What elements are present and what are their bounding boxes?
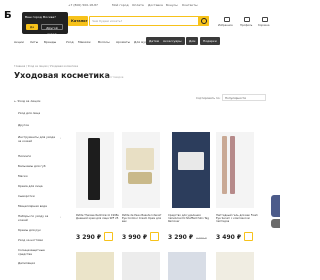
product-price: 3 990 ₽: [122, 234, 148, 241]
city-yes-button[interactable]: Да: [26, 24, 38, 30]
floating-favorites-button[interactable]: [271, 195, 280, 217]
cat-makeup[interactable]: Макияж: [78, 40, 91, 44]
sidebar-item[interactable]: Другое: [18, 123, 58, 128]
sidebar-item[interactable]: Сыворотки: [18, 194, 58, 199]
product-image[interactable]: [122, 132, 160, 208]
sidebar-item[interactable]: Уход для лица: [18, 111, 58, 116]
user-icon[interactable]: [244, 17, 250, 22]
heart-icon[interactable]: [224, 17, 230, 22]
sidebar-back-link[interactable]: ← Уход за лицом: [14, 99, 40, 103]
profile-label[interactable]: Профиль: [240, 24, 252, 27]
city-popup: Ваш город Москва? Да Другой город: [22, 12, 68, 36]
product-image[interactable]: [122, 252, 160, 280]
sidebar-item[interactable]: Бальзамы для губ: [18, 164, 58, 169]
search-icon[interactable]: [198, 16, 209, 26]
product-name[interactable]: Petite de Peau Beaute Intensif Eye Conto…: [122, 214, 166, 224]
cat-hair[interactable]: Волосы: [98, 40, 110, 44]
cat-brands[interactable]: Бренды: [44, 40, 56, 44]
cat-accessories[interactable]: Аксессуары: [160, 37, 185, 45]
sidebar-item[interactable]: Солнцезащитные средства: [18, 248, 58, 256]
cat-aroma[interactable]: Ароматы: [116, 40, 130, 44]
topnav-bonuses[interactable]: Бонусы: [166, 3, 178, 7]
product-image[interactable]: [216, 132, 254, 208]
cart-label[interactable]: Корзина: [258, 24, 269, 27]
sidebar-item[interactable]: Уход за ногтями: [18, 238, 58, 243]
add-to-cart-button[interactable]: [104, 232, 113, 241]
catalog-button[interactable]: Каталог: [68, 16, 88, 26]
topnav-payment[interactable]: Оплата: [132, 3, 144, 7]
product-count: 1194 товаров: [105, 76, 124, 79]
product-image[interactable]: [168, 252, 206, 280]
sidebar-item[interactable]: Кремы для рук: [18, 228, 58, 233]
product-price: 3 490 ₽: [216, 234, 242, 241]
sidebar-item[interactable]: Инструменты для ухода за кожей: [18, 135, 58, 143]
sidebar-back-label: Уход за лицом: [17, 99, 41, 103]
add-to-cart-button[interactable]: [150, 232, 159, 241]
chevron-right-icon: ›: [60, 215, 62, 219]
product-name[interactable]: Пептидный гель для век Fresh Eye Serum с…: [216, 214, 260, 224]
cat-gifts[interactable]: Подарки: [200, 37, 220, 45]
product-image[interactable]: [76, 252, 114, 280]
product-price: 3 290 ₽: [168, 234, 194, 241]
favorites-label[interactable]: Избранное: [218, 24, 233, 27]
product-old-price: 3 990 ₽: [196, 236, 207, 240]
city-other-button[interactable]: Другой город: [41, 24, 63, 36]
topnav-delivery[interactable]: Доставка: [148, 3, 163, 7]
cart-icon[interactable]: [262, 17, 268, 22]
add-to-cart-button[interactable]: [244, 232, 253, 241]
product-image[interactable]: [76, 132, 114, 208]
sidebar-item[interactable]: Маски: [18, 174, 58, 179]
logo[interactable]: Б: [4, 10, 16, 22]
search-placeholder: Чем будем искать?: [92, 19, 123, 23]
product-image[interactable]: [216, 252, 254, 280]
city-question: Ваш город Москва?: [25, 15, 56, 19]
chevron-right-icon: ›: [60, 136, 62, 140]
sidebar-item[interactable]: Мицеллярная вода: [18, 204, 58, 209]
sort-label: Сортировать по:: [196, 96, 221, 100]
cat-hits[interactable]: Хиты: [30, 40, 38, 44]
scroll-up-button[interactable]: [271, 219, 280, 228]
product-name[interactable]: Petite Therese Redmiracol 1998s Дневной …: [76, 214, 120, 220]
breadcrumb[interactable]: Главная / Уход за лицом / Уходовая косме…: [14, 65, 78, 68]
cat-home[interactable]: Дом: [186, 37, 199, 45]
sort-select[interactable]: Популярности: [222, 94, 266, 101]
topnav-contacts[interactable]: Контакты: [182, 3, 197, 7]
topnav-my-city[interactable]: Мой город: [112, 3, 129, 7]
catalog-label: Каталог: [71, 19, 88, 23]
sidebar-item[interactable]: Депиляция: [18, 261, 58, 266]
sidebar-item[interactable]: Пилинги: [18, 154, 58, 159]
product-price: 3 290 ₽: [76, 234, 102, 241]
sidebar-item[interactable]: Крема для лица: [18, 184, 58, 189]
cat-sales[interactable]: Акции: [14, 40, 24, 44]
product-name[interactable]: Средство для удаления папиллом Dr.Sheffi…: [168, 214, 212, 224]
cat-care[interactable]: Уход: [66, 40, 74, 44]
sidebar-item[interactable]: Наборы по уходу за кожей: [18, 214, 58, 222]
page-title: Уходовая косметика: [14, 71, 110, 80]
product-image[interactable]: [172, 132, 210, 208]
phone-number[interactable]: +7 (800) 500-18-87: [68, 3, 98, 7]
